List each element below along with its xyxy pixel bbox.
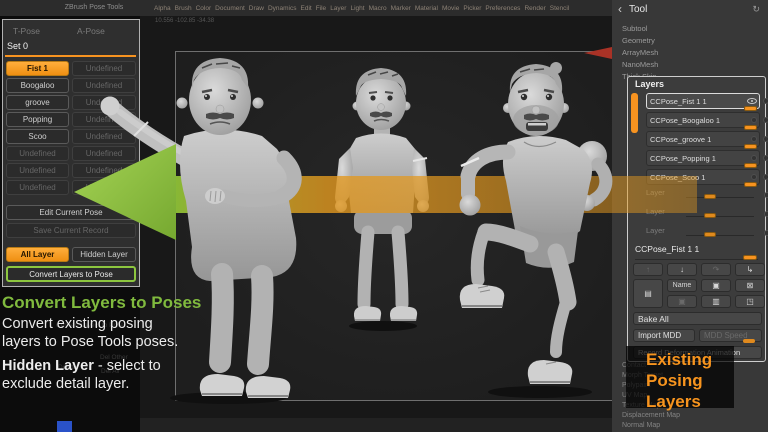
tool-section-normal-map[interactable]: Normal Map: [622, 422, 660, 429]
layer-move-up-button[interactable]: ↑: [633, 263, 663, 276]
layers-scrollbar[interactable]: [631, 93, 638, 133]
menu-color[interactable]: Color: [196, 5, 212, 12]
layer-record-dot[interactable]: [763, 117, 768, 123]
layer-row-ccpose-fist-1-1[interactable]: CCPose_Fist 1 1: [646, 93, 760, 109]
layer-record-dot[interactable]: [763, 174, 768, 180]
menu-picker[interactable]: Picker: [463, 5, 481, 12]
layer-slider-handle[interactable]: [744, 144, 757, 149]
bottom-bar: [140, 418, 630, 432]
layer-record-dot[interactable]: [763, 136, 768, 142]
restore-icon[interactable]: ↻: [752, 4, 760, 15]
document-thumbnail[interactable]: [57, 421, 72, 432]
invert-layer-button[interactable]: ◳: [735, 295, 765, 308]
layer-record-dot[interactable]: [763, 98, 768, 104]
annotation-green-heading: Convert Layers to Poses: [2, 293, 201, 313]
layers-panel-title[interactable]: Layers: [635, 79, 664, 89]
set-label[interactable]: Set 0: [7, 41, 28, 51]
layer-slider-handle[interactable]: [744, 182, 757, 187]
empty-layer-label: Layer: [646, 226, 665, 235]
menu-light[interactable]: Light: [350, 5, 364, 12]
back-chevron-icon[interactable]: ‹: [618, 2, 622, 16]
tool-section-displacement-map[interactable]: Displacement Map: [622, 412, 680, 419]
annotation-body-text: Convert existing posing layers to Pose T…: [2, 315, 178, 351]
mdd-speed-handle[interactable]: [743, 339, 755, 343]
menu-material[interactable]: Material: [415, 5, 438, 12]
annotation-note-text: Hidden Layer - select to exclude detail …: [2, 357, 161, 393]
orange-heading-line2: Layers: [646, 391, 768, 412]
mdd-speed-label: MDD Speed: [704, 331, 748, 340]
layer-name: CCPose_groove 1: [650, 135, 711, 144]
duplicate-layer-button[interactable]: ▣: [701, 279, 731, 292]
orange-heading-line1: Existing Posing: [646, 349, 768, 391]
t-pose-header[interactable]: T-Pose: [13, 26, 40, 36]
layer-row-ccpose-groove-1[interactable]: CCPose_groove 1: [646, 131, 760, 147]
menu-stencil[interactable]: Stencil: [550, 5, 570, 12]
layer-record-dot[interactable]: [763, 155, 768, 161]
layer-intensity-slider[interactable]: [743, 255, 757, 260]
annotation-body-line2: layers to Pose Tools poses.: [2, 333, 178, 351]
menu-dynamics[interactable]: Dynamics: [268, 5, 297, 12]
menu-document[interactable]: Document: [215, 5, 245, 12]
menu-edit[interactable]: Edit: [301, 5, 312, 12]
zbrush-window: Alpha Brush ColorDocument Draw Dynamics Edit F…: [0, 0, 768, 432]
new-layer-button[interactable]: ▤: [633, 279, 663, 308]
layer-move-down-button[interactable]: ↓: [667, 263, 697, 276]
menu-layer[interactable]: Layer: [330, 5, 346, 12]
annotation-note-bold: Hidden Layer: [2, 358, 94, 374]
layers-panel: Layers CCPose_Fist 1 1 CCPose_Boogaloo 1 C…: [627, 76, 766, 362]
layer-name: CCPose_Popping 1: [650, 154, 716, 163]
menu-macro[interactable]: Macro: [369, 5, 387, 12]
import-mdd-button[interactable]: Import MDD: [633, 329, 695, 342]
menu-file[interactable]: File: [316, 5, 326, 12]
layer-name-button[interactable]: Name: [667, 279, 697, 292]
layer-slider-handle[interactable]: [744, 125, 757, 130]
annotation-orange-heading: Existing Posing Layers: [646, 349, 768, 412]
menu-brush[interactable]: Brush: [175, 5, 192, 12]
split-layer-button[interactable]: ▣: [667, 295, 697, 308]
delete-layer-button[interactable]: ⊠: [735, 279, 765, 292]
layer-visibility-eye-icon[interactable]: [747, 98, 757, 104]
layer-slider-handle[interactable]: [744, 106, 757, 111]
layer-name: CCPose_Boogaloo 1: [650, 116, 720, 125]
bake-all-button[interactable]: Bake All: [633, 312, 762, 325]
layer-toggle-dot[interactable]: [751, 136, 757, 142]
current-layer-label: CCPose_Fist 1 1: [635, 244, 699, 254]
annotation-note-line2: exclude detail layer.: [2, 375, 161, 393]
merge-down-button[interactable]: ▥: [701, 295, 731, 308]
layer-toggle-dot[interactable]: [751, 155, 757, 161]
layer-row-ccpose-popping-1[interactable]: CCPose_Popping 1: [646, 150, 760, 166]
layer-redo-button[interactable]: ↷: [701, 263, 731, 276]
layer-record-dot[interactable]: [764, 192, 768, 198]
empty-layer-slider-handle[interactable]: [704, 194, 716, 199]
empty-layer-row-3[interactable]: Layer: [646, 226, 760, 242]
empty-layer-track: [686, 235, 754, 236]
annotation-note-rest: - select to: [94, 358, 161, 374]
layer-record-dot[interactable]: [764, 211, 768, 217]
layer-row-ccpose-boogaloo-1[interactable]: CCPose_Boogaloo 1: [646, 112, 760, 128]
empty-layer-slider-handle[interactable]: [704, 232, 716, 237]
menu-alpha[interactable]: Alpha: [154, 5, 171, 12]
annotation-body-line1: Convert existing posing: [2, 315, 178, 333]
layer-toggle-dot[interactable]: [751, 174, 757, 180]
menu-marker[interactable]: Marker: [391, 5, 411, 12]
tool-panel-title: Tool: [629, 4, 647, 15]
empty-layer-track: [686, 216, 754, 217]
empty-layer-slider-handle[interactable]: [704, 213, 716, 218]
layer-toggle-dot[interactable]: [751, 117, 757, 123]
menu-render[interactable]: Render: [524, 5, 545, 12]
layer-branch-button[interactable]: ↳: [735, 263, 765, 276]
menu-movie[interactable]: Movie: [442, 5, 459, 12]
mdd-speed-slider[interactable]: MDD Speed: [699, 329, 762, 342]
layer-slider-handle[interactable]: [744, 163, 757, 168]
menu-draw[interactable]: Draw: [249, 5, 264, 12]
pose-tools-panel-title[interactable]: ZBrush Pose Tools: [48, 4, 140, 11]
layer-intensity-track[interactable]: [635, 259, 758, 260]
layer-name: CCPose_Fist 1 1: [650, 97, 707, 106]
menu-preferences[interactable]: Preferences: [485, 5, 520, 12]
layer-record-dot[interactable]: [764, 230, 768, 236]
